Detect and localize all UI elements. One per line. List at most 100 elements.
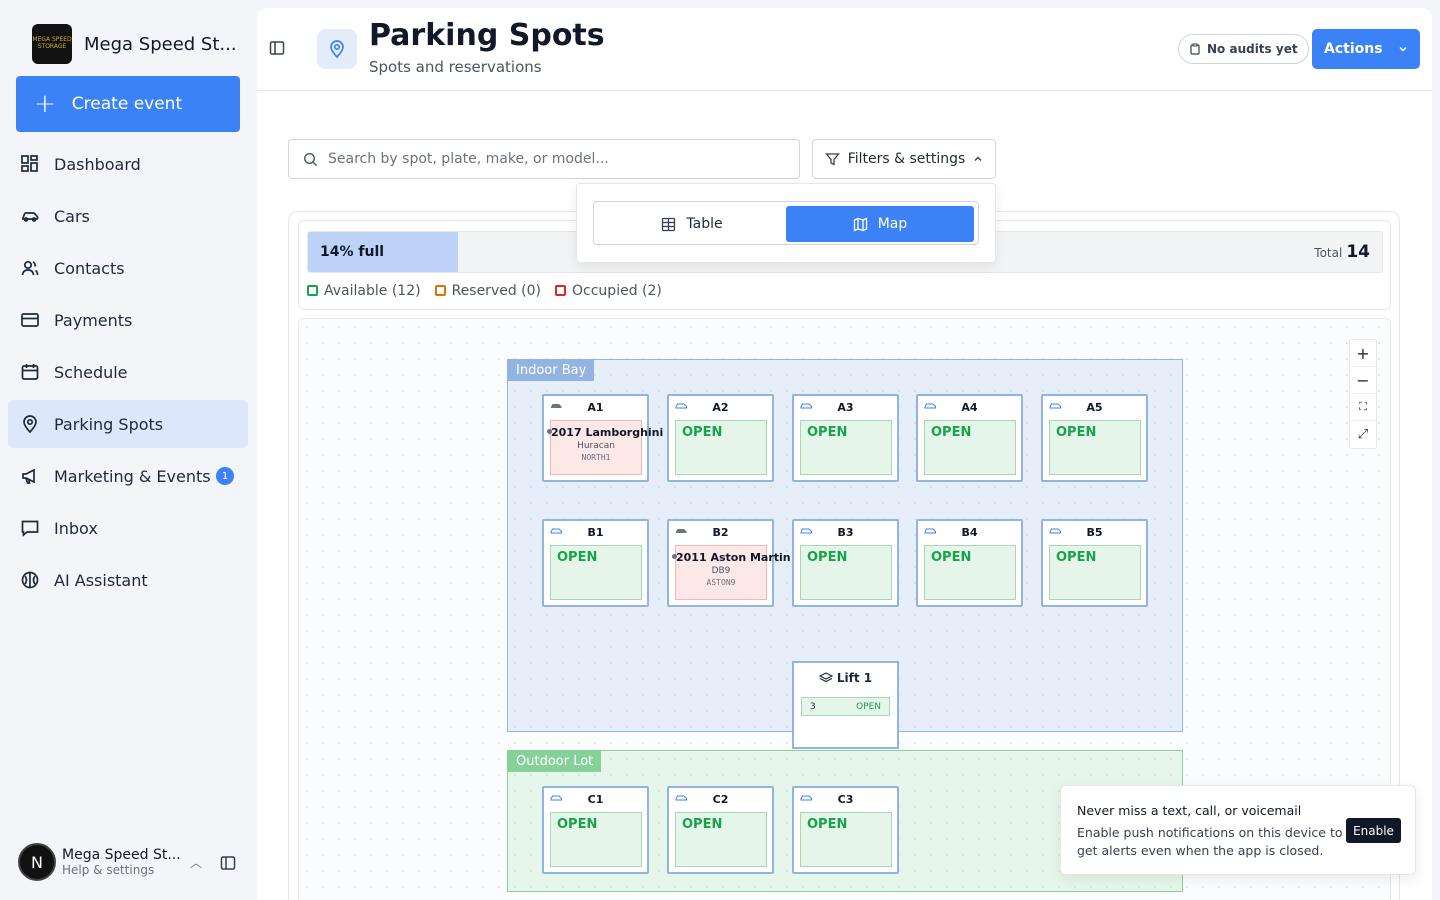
brand-logo-text: MEGA SPEED STORAGE (32, 36, 72, 50)
total-count: Total 14 (1314, 242, 1370, 262)
lift-level-row[interactable]: 3 OPEN (801, 697, 890, 716)
spot-a4[interactable]: A4 OPEN (916, 394, 1023, 482)
spot-occupant[interactable]: 2017 Lamborghini Huracan NORTH1 (547, 420, 664, 475)
spot-c1[interactable]: C1 OPEN (542, 786, 649, 874)
spot-header: B3 (794, 521, 897, 543)
spot-status: OPEN (550, 545, 642, 600)
sidebar-item-parking-spots[interactable]: Parking Spots (8, 400, 248, 448)
fullscreen-button[interactable]: ⤢ (1350, 421, 1376, 448)
panel-toggle-icon[interactable] (269, 40, 285, 56)
sidebar-item-schedule[interactable]: Schedule (8, 348, 248, 396)
vehicle-model: Huracan (577, 441, 615, 451)
clipboard-icon (1190, 43, 1200, 55)
sidebar-item-contacts[interactable]: Contacts (8, 244, 248, 292)
car-icon (22, 212, 39, 222)
spot-status: OPEN (800, 812, 892, 867)
spot-status: OPEN (924, 545, 1016, 600)
sidebar-item-label: AI Assistant (54, 570, 148, 590)
sidebar-item-marketing-events[interactable]: Marketing & Events 1 (8, 452, 248, 500)
credit-card-icon (21, 313, 39, 327)
spot-a2[interactable]: A2 OPEN (667, 394, 774, 482)
spot-header: C2 (669, 788, 772, 810)
sidebar-item-dashboard[interactable]: Dashboard (8, 140, 248, 188)
spot-id: A4 (961, 400, 978, 414)
car-icon (675, 795, 687, 801)
view-table-option[interactable]: Table (598, 206, 786, 242)
spot-b2[interactable]: B2 2011 Aston Martin DB9 ASTON9 (667, 519, 791, 607)
map-icon (853, 217, 867, 231)
vehicle-model: DB9 (711, 566, 731, 576)
spot-a3[interactable]: A3 OPEN (792, 394, 899, 482)
spot-id: B4 (961, 525, 978, 539)
view-map-option[interactable]: Map (786, 206, 974, 242)
legend-occupied[interactable]: Occupied (2) (555, 283, 662, 299)
avatar: N (18, 843, 56, 881)
filters-settings-button[interactable]: Filters & settings (812, 139, 996, 179)
inbox-icon (21, 520, 39, 537)
create-event-button[interactable]: + Create event (16, 76, 240, 132)
legend-reserved[interactable]: Reserved (0) (434, 283, 541, 299)
layers-icon (818, 672, 833, 683)
lift-name: Lift 1 (836, 671, 873, 685)
spot-header: A3 (794, 396, 897, 418)
occupancy-label: 14% full (320, 244, 385, 260)
lift-1[interactable]: Lift 1 3 OPEN (792, 661, 899, 749)
reserved-swatch (434, 285, 446, 296)
zoom-out-button[interactable]: − (1350, 367, 1376, 394)
actions-button[interactable]: Actions (1312, 29, 1420, 69)
sidebar-toggle-icon[interactable] (220, 855, 236, 871)
spot-c2[interactable]: C2 OPEN (667, 786, 774, 874)
spot-b4[interactable]: B4 OPEN (916, 519, 1023, 607)
sidebar-item-payments[interactable]: Payments (8, 296, 248, 344)
chevron-up-icon[interactable]: ︿ (190, 854, 202, 871)
sidebar-item-ai-assistant[interactable]: AI Assistant (8, 556, 248, 604)
vehicle-plate: ASTON9 (706, 578, 736, 587)
zoom-in-button[interactable]: + (1350, 340, 1376, 367)
lift-title: Lift 1 (794, 671, 897, 685)
toast-title: Never miss a text, call, or voicemail (1077, 803, 1302, 818)
spot-header: A1 (544, 396, 647, 418)
spot-id: B3 (837, 525, 854, 539)
sidebar-item-inbox[interactable]: Inbox (8, 504, 248, 552)
spot-header: B4 (918, 521, 1021, 543)
zone-label: Indoor Bay (508, 360, 595, 381)
vehicle-title: 2017 Lamborghini (551, 426, 664, 439)
ai-icon (21, 571, 39, 589)
spot-b3[interactable]: B3 OPEN (792, 519, 899, 607)
spot-occupant[interactable]: 2011 Aston Martin DB9 ASTON9 (672, 545, 791, 600)
spot-b5[interactable]: B5 OPEN (1041, 519, 1148, 607)
sidebar-nav: Dashboard Cars Contacts Payments Schedul… (8, 140, 248, 608)
car-icon (800, 528, 812, 534)
search-icon (303, 152, 317, 166)
legend-available[interactable]: Available (12) (307, 283, 421, 299)
brand[interactable]: MEGA SPEED STORAGE Mega Speed St... (32, 24, 237, 64)
spot-status: OPEN (550, 812, 642, 867)
spot-a5[interactable]: A5 OPEN (1041, 394, 1148, 482)
spot-id: B1 (587, 525, 604, 539)
spot-id: A5 (1086, 400, 1103, 414)
search-input[interactable] (328, 151, 768, 167)
spot-id: B2 (712, 525, 729, 539)
sidebar-item-cars[interactable]: Cars (8, 192, 248, 240)
brand-name: Mega Speed St... (84, 33, 237, 55)
car-icon (675, 403, 687, 409)
user-menu[interactable]: N Mega Speed St... Help & settings ︿ (18, 843, 242, 881)
sidebar: MEGA SPEED STORAGE Mega Speed St... + Cr… (0, 0, 256, 900)
spot-header: C1 (544, 788, 647, 810)
status-dot (547, 429, 552, 434)
fit-view-button[interactable]: ⛶ (1350, 394, 1376, 421)
spot-status: OPEN (1049, 545, 1141, 600)
enable-notifications-button[interactable]: Enable (1346, 818, 1401, 843)
sidebar-item-label: Schedule (54, 362, 128, 382)
map-zoom-controls: + − ⛶ ⤢ (1349, 339, 1377, 449)
legend-label: Occupied (2) (572, 283, 662, 299)
spot-c3[interactable]: C3 OPEN (792, 786, 899, 874)
map-label: Map (877, 216, 908, 232)
spot-id: A1 (587, 400, 604, 414)
page-title: Parking Spots (369, 18, 605, 53)
audit-status-pill[interactable]: No audits yet (1178, 34, 1309, 64)
sidebar-item-label: Payments (54, 310, 133, 330)
spot-a1[interactable]: A1 2017 Lamborghini Huracan NORTH1 (542, 394, 664, 482)
calendar-icon (21, 364, 39, 380)
spot-b1[interactable]: B1 OPEN (542, 519, 649, 607)
